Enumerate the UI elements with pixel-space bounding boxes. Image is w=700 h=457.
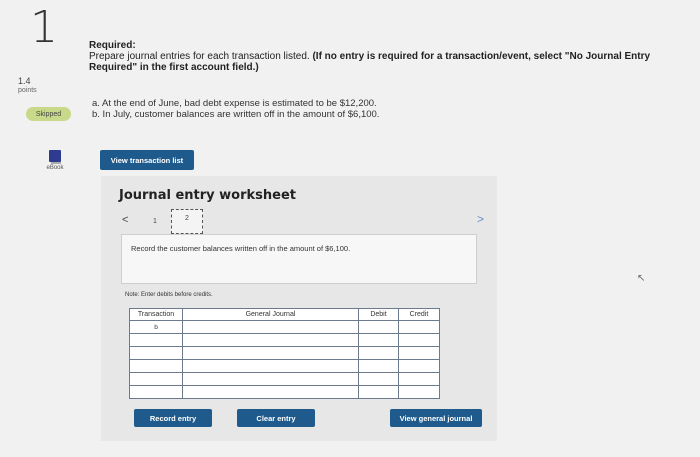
required-heading: Required: bbox=[89, 40, 136, 51]
account-field[interactable] bbox=[182, 320, 359, 334]
ebook-label: eBook bbox=[46, 165, 64, 171]
ebook-link[interactable]: eBook bbox=[42, 150, 68, 171]
transaction-cell bbox=[129, 359, 183, 373]
transaction-cell: b bbox=[129, 320, 183, 334]
transaction-item: b. In July, customer balances are writte… bbox=[92, 109, 380, 120]
account-field[interactable] bbox=[182, 333, 359, 347]
credit-field[interactable] bbox=[398, 333, 440, 347]
table-row bbox=[129, 346, 440, 360]
account-field[interactable] bbox=[182, 372, 359, 386]
credit-field[interactable] bbox=[398, 346, 440, 360]
transaction-cell bbox=[129, 385, 183, 399]
journal-table: Transaction General Journal Debit Credit… bbox=[129, 308, 440, 399]
debit-field[interactable] bbox=[358, 320, 399, 334]
credit-field[interactable] bbox=[398, 372, 440, 386]
credit-field[interactable] bbox=[398, 385, 440, 399]
record-instruction-box bbox=[121, 234, 477, 284]
col-header: General Journal bbox=[182, 308, 359, 321]
table-row bbox=[129, 333, 440, 347]
required-section: Required: Prepare journal entries for ea… bbox=[89, 40, 689, 73]
view-transaction-list-button[interactable]: View transaction list bbox=[100, 150, 194, 170]
mouse-cursor-icon: ↖ bbox=[637, 273, 646, 284]
instruction-text: Prepare journal entries for each transac… bbox=[89, 51, 310, 62]
col-header: Credit bbox=[398, 308, 440, 321]
points-value: 1.4 bbox=[18, 76, 31, 86]
clear-entry-button[interactable]: Clear entry bbox=[237, 409, 315, 427]
required-instruction: Prepare journal entries for each transac… bbox=[89, 51, 689, 73]
credit-field[interactable] bbox=[398, 320, 440, 334]
transaction-item: a. At the end of June, bad debt expense … bbox=[92, 98, 377, 109]
view-general-journal-button[interactable]: View general journal bbox=[390, 409, 482, 427]
table-row bbox=[129, 385, 440, 399]
worksheet-title: Journal entry worksheet bbox=[119, 188, 296, 203]
credit-field[interactable] bbox=[398, 359, 440, 373]
table-row bbox=[129, 372, 440, 386]
table-row: b bbox=[129, 320, 440, 334]
status-badge: Skipped bbox=[26, 107, 71, 121]
transaction-cell bbox=[129, 333, 183, 347]
points-label: points bbox=[18, 87, 37, 94]
debit-field[interactable] bbox=[358, 372, 399, 386]
debit-field[interactable] bbox=[358, 333, 399, 347]
transaction-cell bbox=[129, 346, 183, 360]
table-header: Transaction General Journal Debit Credit bbox=[129, 308, 440, 321]
book-icon bbox=[49, 150, 61, 164]
account-field[interactable] bbox=[182, 385, 359, 399]
record-instruction: Record the customer balances written off… bbox=[131, 244, 351, 253]
transaction-cell bbox=[129, 372, 183, 386]
table-row bbox=[129, 359, 440, 373]
prev-arrow[interactable]: < bbox=[122, 214, 128, 226]
col-header: Transaction bbox=[129, 308, 183, 321]
page-1-tab[interactable]: 1 bbox=[153, 218, 157, 225]
record-entry-button[interactable]: Record entry bbox=[134, 409, 212, 427]
debit-field[interactable] bbox=[358, 346, 399, 360]
next-arrow[interactable]: > bbox=[477, 212, 484, 226]
points-info: 1.4 points bbox=[18, 76, 37, 96]
transaction-items: a. At the end of June, bad debt expense … bbox=[92, 98, 379, 120]
note-text: Note: Enter debits before credits. bbox=[125, 292, 213, 298]
debit-field[interactable] bbox=[358, 385, 399, 399]
debit-field[interactable] bbox=[358, 359, 399, 373]
account-field[interactable] bbox=[182, 346, 359, 360]
col-header: Debit bbox=[358, 308, 399, 321]
account-field[interactable] bbox=[182, 359, 359, 373]
question-number: 1 bbox=[30, 2, 58, 53]
page-2-tab[interactable]: 2 bbox=[171, 209, 203, 234]
